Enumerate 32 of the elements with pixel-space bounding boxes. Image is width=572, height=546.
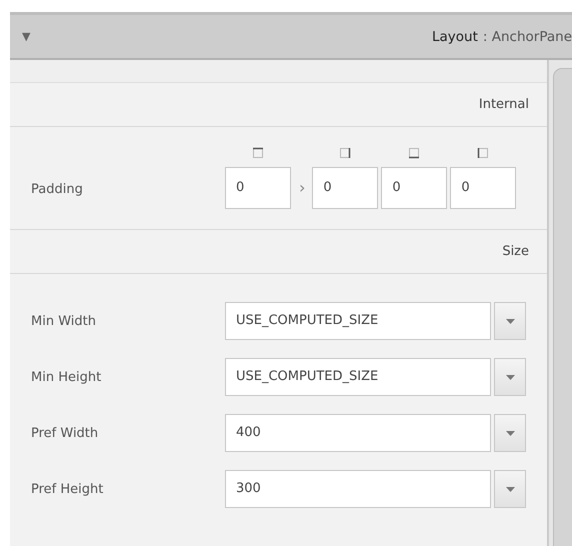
dropdown-button[interactable] [494,414,526,452]
combo-field[interactable]: 400 [225,414,491,452]
property-label: Pref Height [31,482,104,496]
header-title: Layout [432,28,478,44]
padding-field[interactable]: 0 [312,167,378,209]
dropdown-button[interactable] [494,358,526,396]
section-title: Size [502,244,529,259]
dropdown-button[interactable] [494,470,526,508]
dropdown-button[interactable] [494,302,526,340]
padding-field[interactable]: 0 [225,167,291,209]
caret-icon [506,374,514,380]
bottom-side-icon [408,147,420,159]
left-side-icon [477,147,490,159]
scrollbar[interactable] [548,60,572,546]
property-label: Min Height [31,370,102,384]
collapse-toggle[interactable]: ▼ [22,30,30,43]
property-label: Pref Width [31,426,100,440]
header-subtitle: : AnchorPane [482,28,572,44]
padding-field[interactable]: 0 [381,167,448,209]
padding-field[interactable]: 0 [450,167,516,209]
caret-icon [506,318,514,324]
top-side-icon [252,147,264,159]
property-label: Padding [31,182,84,199]
section-title: Internal [478,97,529,112]
combo-field[interactable]: USE_COMPUTED_SIZE [225,302,491,340]
combo-field[interactable]: 300 [225,470,491,508]
combo-field[interactable]: USE_COMPUTED_SIZE [225,358,491,396]
section-header[interactable]: ▼ Layout : AnchorPane [10,15,572,60]
caret-icon [506,430,514,436]
property-label: Min Width [31,314,97,328]
caret-icon [506,486,514,492]
right-side-icon [339,147,352,159]
